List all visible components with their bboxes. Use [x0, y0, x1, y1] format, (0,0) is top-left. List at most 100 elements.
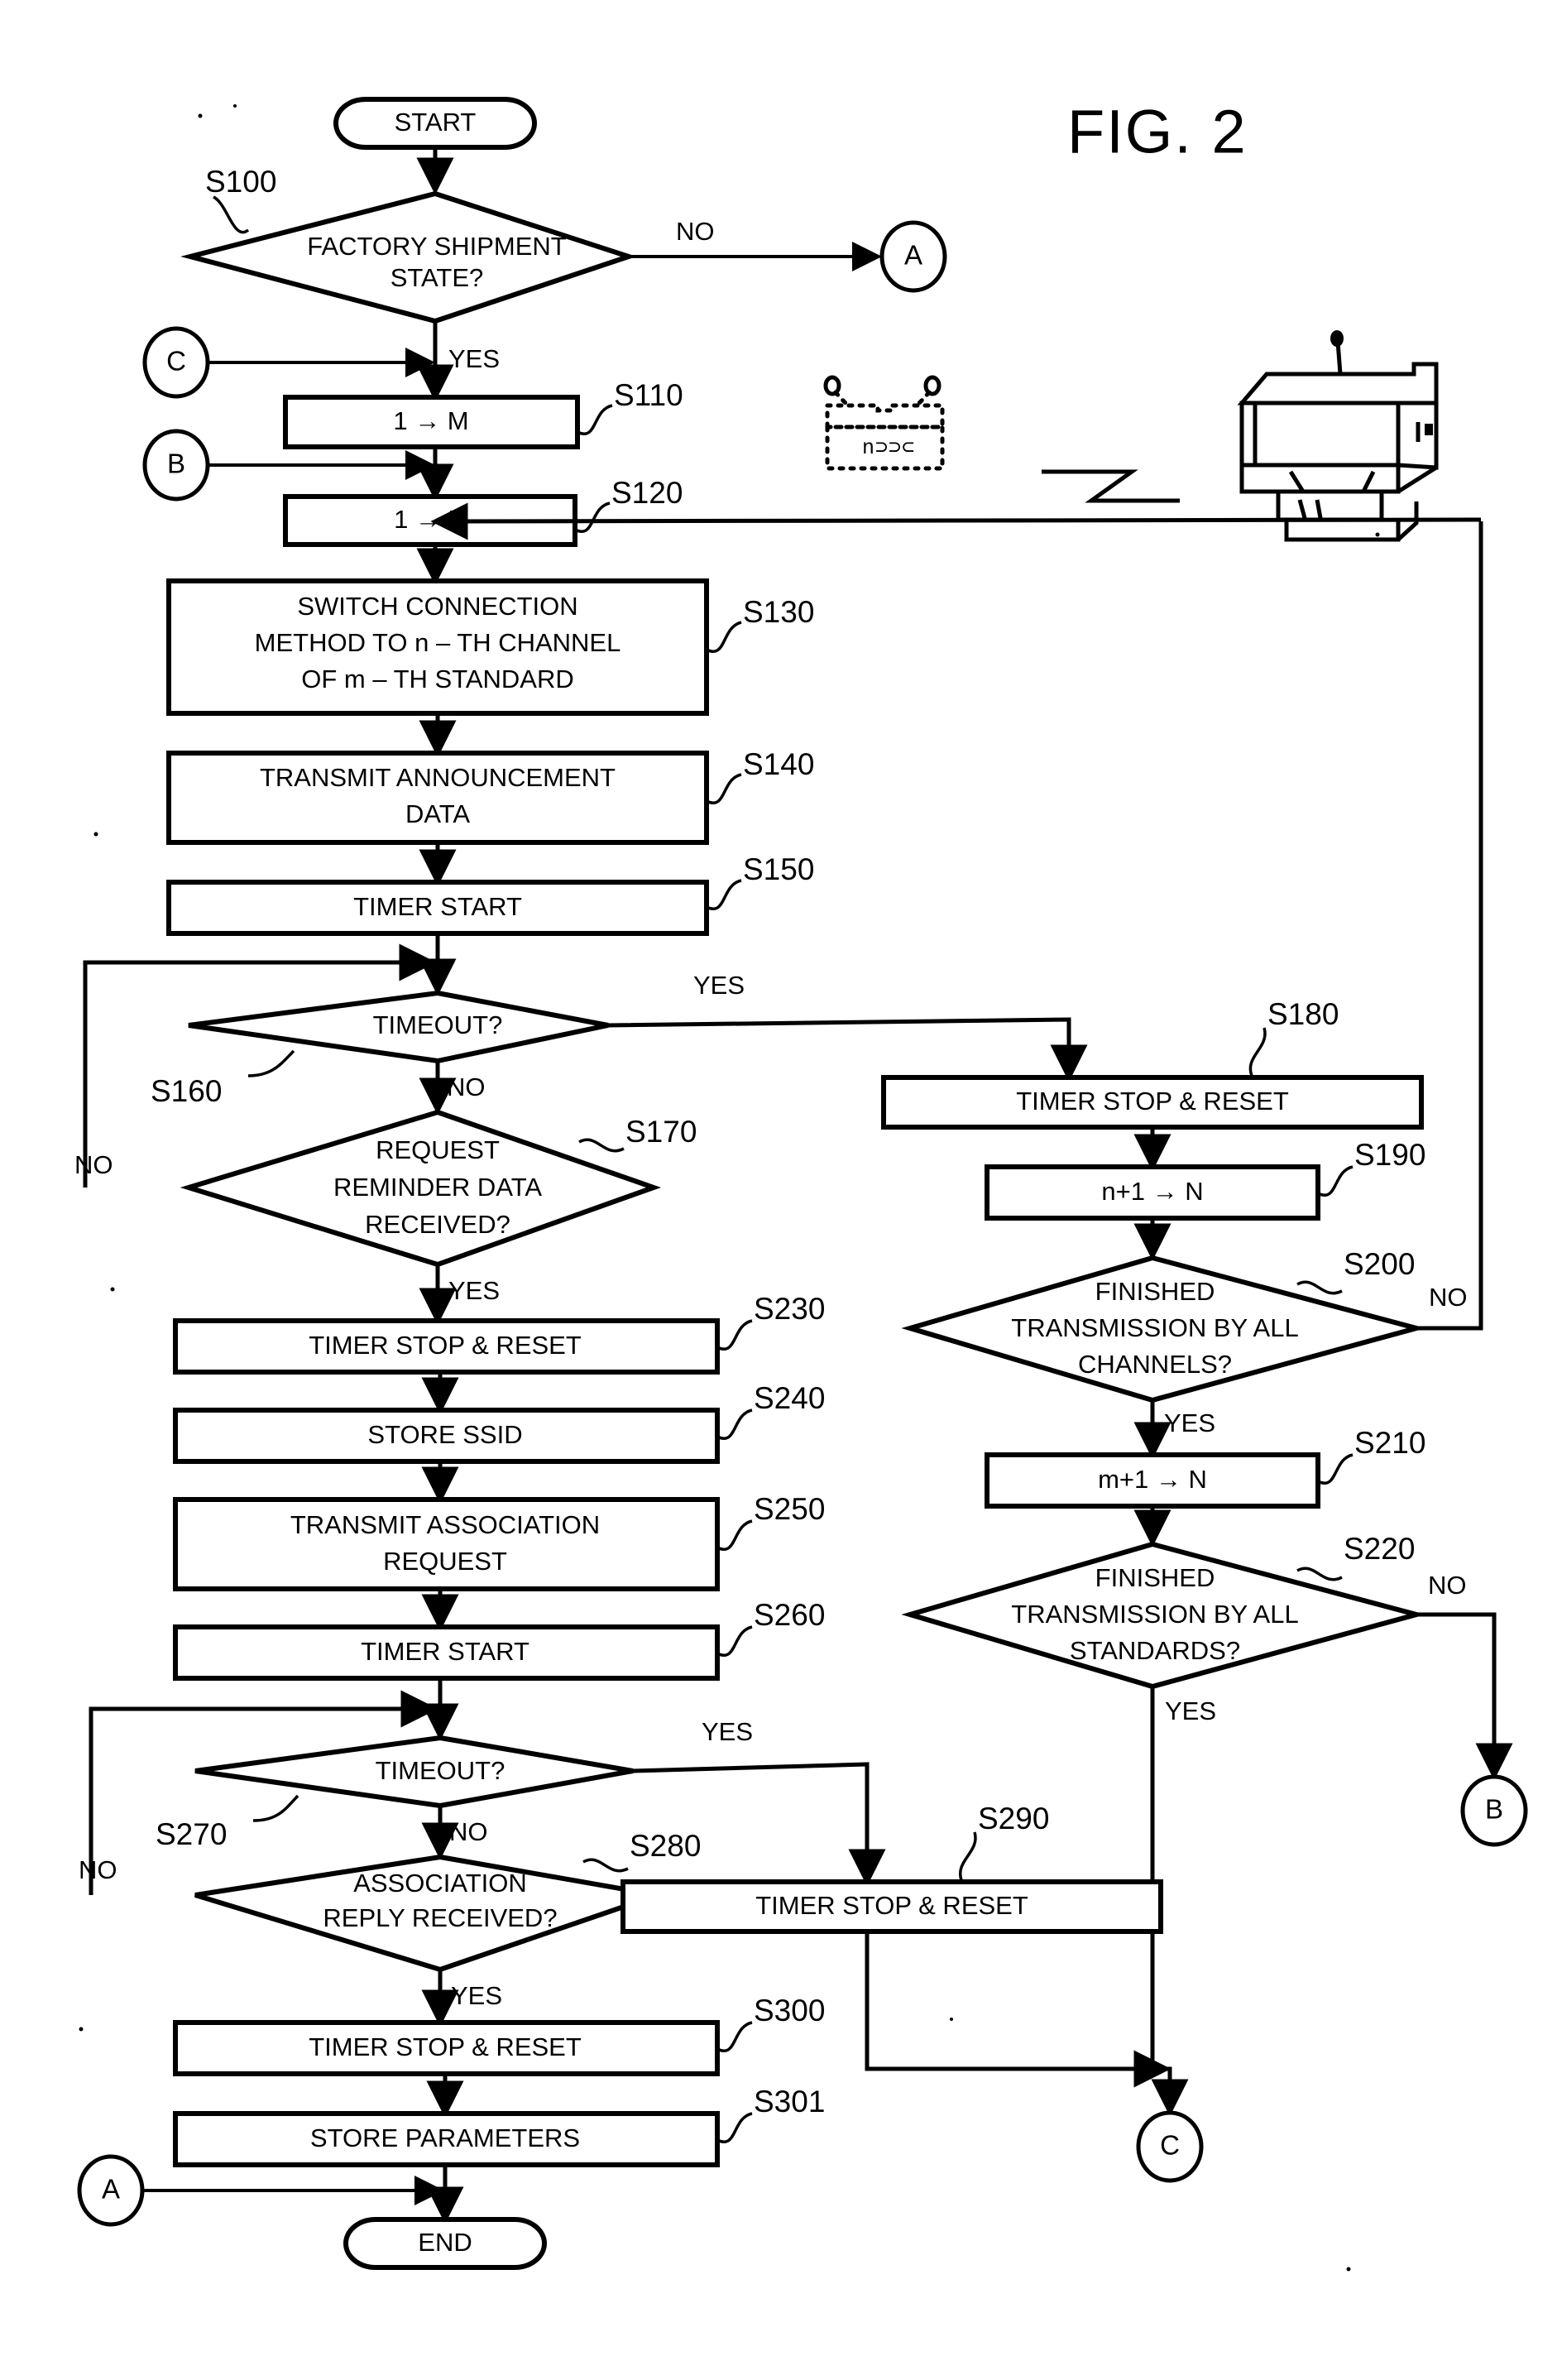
leader-s220 [1296, 1567, 1343, 1581]
edge-s220-yes-down [1150, 1687, 1167, 2071]
scan-speck [79, 2027, 84, 2032]
node-s290-line-0: TIMER STOP & RESET [755, 1891, 1028, 1920]
ref-s220: S220 [1344, 1532, 1415, 1566]
node-s190-line-0: n+1 → N [1101, 1177, 1203, 1206]
ref-s140: S140 [743, 747, 814, 781]
node-s250-line-1: REQUEST [383, 1547, 507, 1576]
label-s160-yes: YES [693, 971, 745, 1000]
leader-s200 [1296, 1280, 1343, 1295]
leader-s240 [716, 1408, 753, 1440]
label-s200-no: NO [1429, 1283, 1468, 1312]
printer-icon [1237, 330, 1439, 542]
leader-s130 [706, 621, 742, 653]
wireless-link-icon [1042, 469, 1180, 503]
label-s100-yes: YES [448, 344, 500, 373]
ref-s260: S260 [754, 1598, 825, 1632]
connector-b-left-label: B [167, 449, 185, 479]
leader-s270 [252, 1794, 299, 1822]
ref-s230: S230 [754, 1292, 825, 1326]
node-s200-line-1: TRANSMISSION BY ALL [1011, 1313, 1298, 1342]
node-s140-line-1: DATA [405, 799, 470, 828]
label-s270-no: NO [449, 1817, 488, 1846]
figure-title: FIG. 2 [1067, 98, 1248, 166]
node-s200-line-0: FINISHED [1095, 1277, 1215, 1306]
label-s170-yes: YES [448, 1276, 500, 1305]
device-illustration: n⊃⊃⊂ [823, 330, 1439, 542]
ref-s110: S110 [614, 378, 683, 412]
ref-s150: S150 [743, 852, 814, 886]
leader-s140 [706, 773, 742, 804]
node-s280-line-1: REPLY RECEIVED? [323, 1903, 557, 1932]
label-s100-no: NO [676, 217, 715, 246]
leader-s100 [213, 195, 250, 234]
node-s150-line-0: TIMER START [353, 892, 522, 921]
leader-s120 [574, 501, 611, 533]
node-s200-line-2: CHANNELS? [1078, 1350, 1232, 1379]
node-s170-line-0: REQUEST [376, 1135, 500, 1164]
ref-s270: S270 [156, 1817, 227, 1851]
ref-s130: S130 [743, 595, 814, 629]
ref-s190: S190 [1354, 1138, 1425, 1172]
node-s130-line-0: SWITCH CONNECTION [297, 592, 577, 621]
leader-s110 [577, 404, 613, 435]
ref-s290: S290 [978, 1802, 1049, 1835]
edge-s220-yes-to-c [1151, 2066, 1189, 2117]
scan-speck [93, 832, 98, 837]
node-s130-line-2: OF m – TH STANDARD [301, 665, 574, 693]
scan-speck [1346, 2267, 1351, 2272]
node-s100-line-1: STATE? [390, 263, 484, 292]
ref-s240: S240 [754, 1381, 825, 1415]
connector-a-bottom-label: A [102, 2174, 120, 2205]
edge-s160-yes-to-s180 [607, 1017, 1088, 1082]
leader-s290 [958, 1831, 977, 1881]
wireless-access-point-icon: n⊃⊃⊂ [823, 375, 945, 471]
leader-s150 [706, 879, 742, 910]
ref-s160: S160 [151, 1074, 222, 1108]
label-s170-no: NO [74, 1150, 113, 1179]
ref-s120: S120 [611, 476, 683, 510]
ref-s100: S100 [205, 165, 276, 199]
node-s110-line-0: 1 → M [393, 406, 468, 435]
scan-speck [198, 113, 203, 118]
leader-s170 [578, 1138, 625, 1153]
leader-s230 [716, 1319, 753, 1351]
node-s220-line-0: FINISHED [1095, 1563, 1215, 1592]
terminal-start-label: START [395, 108, 477, 137]
node-s140-line-0: TRANSMIT ANNOUNCEMENT [260, 763, 616, 792]
label-s160-no: NO [447, 1072, 486, 1101]
ref-s200: S200 [1344, 1247, 1415, 1281]
scan-speck [1375, 532, 1380, 537]
connector-c-right-label: C [1160, 2130, 1180, 2161]
ref-s170: S170 [625, 1115, 697, 1149]
node-s240-line-0: STORE SSID [367, 1420, 522, 1449]
edge-s270-yes-to-s290 [632, 1762, 886, 1887]
ref-s250: S250 [754, 1492, 825, 1526]
edge-s220-no-to-b [1416, 1612, 1513, 1781]
leader-s180 [1248, 1027, 1267, 1077]
ref-s210: S210 [1354, 1426, 1425, 1460]
node-s270-line-0: TIMEOUT? [376, 1756, 505, 1785]
node-s301-line-0: STORE PARAMETERS [310, 2123, 580, 2152]
node-s170-line-1: REMINDER DATA [333, 1173, 542, 1202]
node-s300-line-0: TIMER STOP & RESET [309, 2032, 582, 2061]
node-s260-line-0: TIMER START [361, 1637, 529, 1666]
node-s100-line-0: FACTORY SHIPMENT [307, 232, 567, 261]
leader-s300 [716, 2021, 753, 2052]
ref-s301: S301 [754, 2085, 825, 2118]
node-s180-line-0: TIMER STOP & RESET [1016, 1087, 1289, 1116]
node-s130-line-1: METHOD TO n – TH CHANNEL [255, 628, 621, 657]
node-s230-line-0: TIMER STOP & RESET [309, 1331, 582, 1360]
connector-c-left-label: C [166, 346, 186, 377]
leader-s280 [582, 1858, 629, 1873]
connector-a-top-label: A [904, 240, 922, 271]
ref-s300: S300 [754, 1994, 825, 2027]
leader-s190 [1317, 1165, 1354, 1197]
node-s280-line-0: ASSOCIATION [353, 1869, 527, 1898]
access-point-label: n⊃⊃⊂ [862, 436, 915, 460]
flowchart-svg: FIG. 2 START FACTORY SHIPMENT STATE? S10… [74, 97, 1528, 2272]
leader-s301 [716, 2112, 753, 2143]
leader-s160 [247, 1049, 295, 1077]
ref-s180: S180 [1267, 997, 1339, 1031]
figure-canvas: FIG. 2 START FACTORY SHIPMENT STATE? S10… [0, 0, 1562, 2380]
label-s270-yes: YES [702, 1717, 753, 1746]
